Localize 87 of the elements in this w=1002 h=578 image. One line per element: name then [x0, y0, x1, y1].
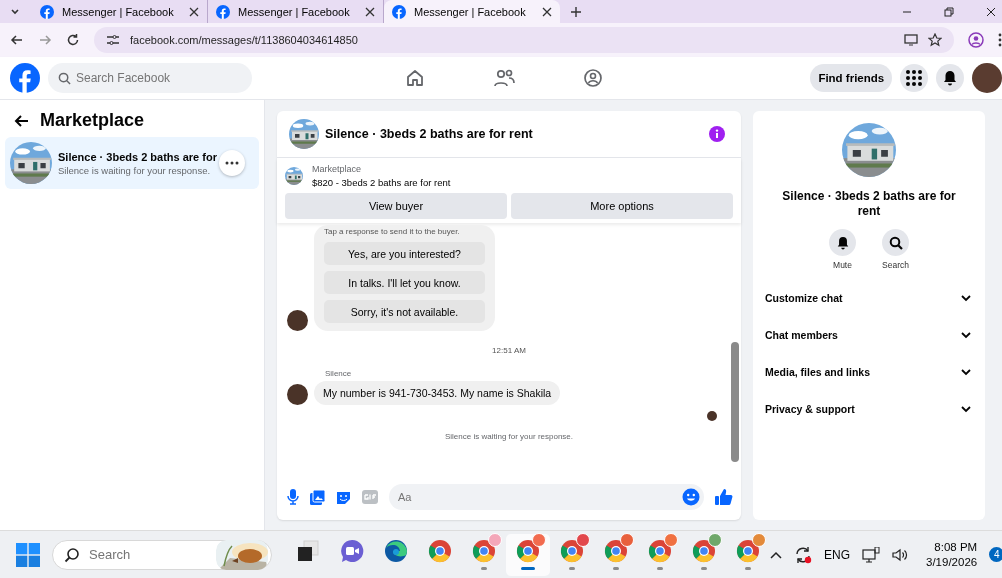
- section-header[interactable]: Chat members: [763, 321, 975, 349]
- mute-button[interactable]: [829, 229, 856, 256]
- start-icon[interactable]: [16, 542, 40, 567]
- message-bubble: My number is 941-730-3453. My name is Shakila: [314, 381, 561, 405]
- close-icon[interactable]: [365, 6, 375, 17]
- new-tab-icon[interactable]: [570, 5, 582, 18]
- emoji-icon[interactable]: [682, 488, 700, 506]
- apps-menu-button[interactable]: [900, 64, 929, 92]
- chrome-icon[interactable]: [560, 539, 584, 563]
- hint-text: Tap a response to send it to the buyer.: [324, 227, 461, 236]
- action-label: Mute: [833, 260, 852, 270]
- chat-title: Silence · 3beds 2 baths are for rent: [325, 127, 533, 141]
- friends-icon[interactable]: [493, 68, 515, 88]
- section-header[interactable]: Media, files and links: [763, 358, 975, 386]
- avatar: [287, 310, 308, 331]
- chrome-icon[interactable]: [472, 539, 496, 563]
- facebook-icon: [40, 4, 54, 19]
- grid-icon: [906, 70, 923, 86]
- forward-icon[interactable]: [38, 33, 52, 47]
- back-icon[interactable]: [10, 33, 24, 47]
- section-header[interactable]: Customize chat: [763, 284, 975, 312]
- action-label: Search: [882, 260, 909, 270]
- sender-name: Silence: [325, 369, 353, 378]
- thumbs-up-icon[interactable]: [715, 488, 733, 506]
- search-icon: [58, 72, 71, 85]
- chrome-icon[interactable]: [516, 539, 540, 563]
- video-call-icon[interactable]: [340, 539, 364, 563]
- menu-icon[interactable]: [998, 33, 1002, 47]
- quick-reply-button[interactable]: In talks. I'll let you know.: [324, 271, 485, 294]
- quick-reply-button[interactable]: Yes, are you interested?: [324, 242, 485, 265]
- section-header[interactable]: Privacy & support: [763, 395, 975, 423]
- more-icon: [224, 161, 239, 165]
- listing-button[interactable]: View buyer: [285, 193, 507, 219]
- status-text: Silence is waiting for your response.: [444, 432, 574, 441]
- browser-tab[interactable]: Messenger | Facebook: [384, 0, 560, 23]
- address-bar[interactable]: facebook.com/messages/t/1138604034614850: [94, 27, 955, 53]
- listing-button[interactable]: More options: [511, 193, 733, 219]
- home-icon[interactable]: [405, 68, 425, 88]
- avatar: [287, 384, 308, 405]
- conversation-title: Silence · 3beds 2 baths are for rent: [781, 189, 957, 219]
- reload-icon[interactable]: [66, 33, 80, 47]
- sync-icon[interactable]: [794, 545, 812, 564]
- timestamp: 12:51 AM: [492, 346, 526, 355]
- network-icon[interactable]: [862, 546, 880, 563]
- notification-badge[interactable]: 4: [989, 547, 1002, 562]
- listing-label: Marketplace: [312, 164, 363, 174]
- message-field[interactable]: Aa: [389, 484, 704, 510]
- close-icon[interactable]: [189, 6, 199, 17]
- chevron-up-icon[interactable]: [770, 550, 782, 559]
- chrome-icon[interactable]: [736, 539, 760, 563]
- quick-reply-button[interactable]: Sorry, it's not available.: [324, 300, 485, 323]
- profile-avatar[interactable]: [972, 63, 1002, 93]
- back-arrow-icon[interactable]: [14, 112, 30, 129]
- language-indicator[interactable]: ENG: [824, 547, 850, 562]
- sticker-icon[interactable]: [336, 489, 351, 505]
- search-button[interactable]: [882, 229, 909, 256]
- search-field[interactable]: Search Facebook: [48, 63, 252, 93]
- volume-icon[interactable]: [892, 547, 908, 562]
- profile-icon[interactable]: [968, 32, 985, 48]
- chrome-icon[interactable]: [428, 539, 452, 563]
- edge-icon[interactable]: [384, 539, 408, 563]
- find-friends-button[interactable]: Find friends: [810, 64, 893, 92]
- chrome-icon[interactable]: [604, 539, 628, 563]
- clock-time[interactable]: 8:08 PM: [934, 541, 978, 553]
- task-view-icon[interactable]: [297, 540, 319, 562]
- groups-icon[interactable]: [583, 68, 603, 88]
- conversation-item[interactable]: Silence · 3beds 2 baths are for Silence is waiting for your response.: [5, 137, 259, 189]
- close-icon[interactable]: [542, 6, 552, 17]
- search-icon: [888, 235, 903, 250]
- listing-title: $820 - 3beds 2 baths are for rent: [312, 177, 451, 188]
- close-icon[interactable]: [986, 6, 997, 17]
- page-title: Marketplace: [40, 110, 145, 131]
- info-icon[interactable]: [709, 126, 725, 142]
- microphone-icon[interactable]: [287, 489, 299, 505]
- notifications-button[interactable]: [936, 64, 965, 92]
- chrome-icon[interactable]: [648, 539, 672, 563]
- facebook-icon: [216, 4, 230, 19]
- facebook-icon: [392, 4, 406, 19]
- seen-avatar: [707, 411, 717, 421]
- chrome-icon[interactable]: [692, 539, 716, 563]
- facebook-logo-icon[interactable]: [10, 63, 40, 93]
- photo-icon[interactable]: [310, 489, 325, 505]
- clock-date[interactable]: 3/19/2026: [926, 556, 978, 568]
- search-icon: [64, 546, 80, 563]
- restore-icon[interactable]: [944, 6, 955, 17]
- bell-icon: [942, 70, 959, 86]
- bell-icon: [835, 235, 850, 250]
